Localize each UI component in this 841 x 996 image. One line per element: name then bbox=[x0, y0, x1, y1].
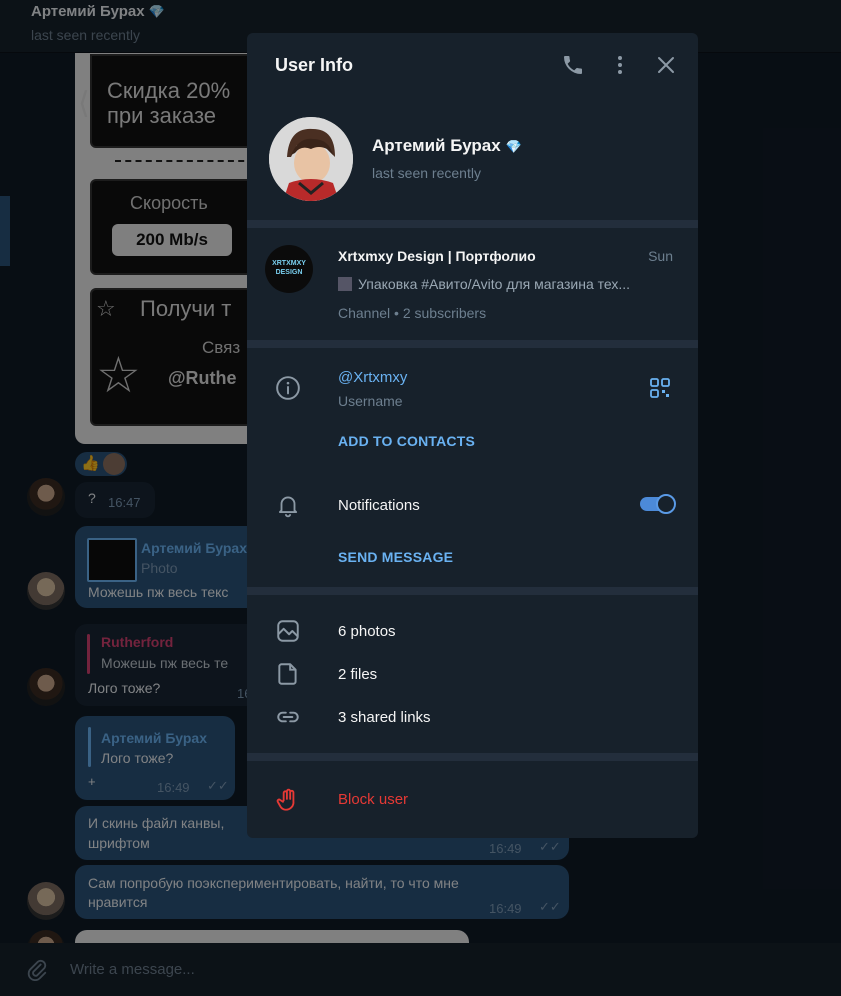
photos-count: 6 photos bbox=[338, 623, 396, 640]
notifications-toggle[interactable] bbox=[640, 494, 676, 514]
profile-avatar[interactable] bbox=[269, 117, 353, 201]
section-divider bbox=[247, 587, 698, 595]
channel-title: Xrtxmxy Design | Портфолио bbox=[338, 248, 536, 264]
premium-diamond-icon: 💎 bbox=[505, 139, 522, 154]
channel-meta: Channel • 2 subscribers bbox=[338, 305, 487, 321]
profile-avatar-image bbox=[269, 117, 353, 201]
block-hand-icon bbox=[276, 788, 295, 811]
section-divider bbox=[247, 753, 698, 761]
link-icon bbox=[277, 711, 299, 723]
phone-icon[interactable] bbox=[561, 53, 585, 77]
toggle-knob bbox=[656, 494, 676, 514]
user-info-panel: User Info Артемий Бурах 💎 last seen rece… bbox=[247, 33, 698, 838]
qr-code-icon[interactable] bbox=[650, 378, 670, 398]
links-count: 3 shared links bbox=[338, 709, 431, 726]
bell-icon bbox=[278, 496, 298, 518]
username-value[interactable]: @Xrtxmxy bbox=[338, 369, 407, 386]
username-label: Username bbox=[338, 393, 403, 409]
section-divider bbox=[247, 340, 698, 348]
close-icon[interactable] bbox=[654, 53, 678, 77]
file-icon bbox=[278, 663, 297, 685]
photo-icon bbox=[277, 620, 299, 642]
preview-thumbnail bbox=[338, 277, 352, 291]
channel-preview: Упаковка #Авито/Avito для магазина тех..… bbox=[338, 276, 678, 292]
channel-date: Sun bbox=[648, 248, 673, 264]
channel-avatar-text: XRTXMXY DESIGN bbox=[272, 260, 306, 276]
section-divider bbox=[247, 220, 698, 228]
info-icon bbox=[276, 376, 300, 400]
add-to-contacts-button[interactable]: ADD TO CONTACTS bbox=[338, 433, 475, 449]
panel-title: User Info bbox=[275, 55, 354, 75]
profile-status: last seen recently bbox=[372, 165, 481, 181]
more-options-icon[interactable] bbox=[608, 53, 632, 77]
block-user-label: Block user bbox=[338, 791, 409, 808]
profile-name: Артемий Бурах 💎 bbox=[372, 136, 522, 155]
files-count: 2 files bbox=[338, 666, 378, 683]
channel-avatar: XRTXMXY DESIGN bbox=[265, 245, 313, 293]
notifications-label: Notifications bbox=[338, 497, 420, 514]
send-message-button[interactable]: SEND MESSAGE bbox=[338, 549, 453, 565]
